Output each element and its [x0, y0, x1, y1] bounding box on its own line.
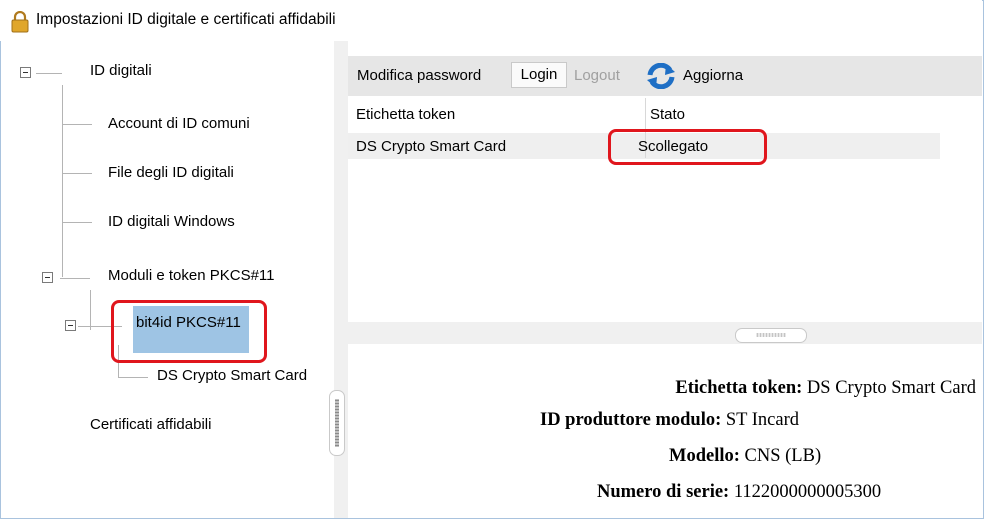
detail-value: DS Crypto Smart Card [806, 378, 976, 398]
refresh-icon[interactable] [646, 63, 676, 89]
tree-item-id-digitali-windows[interactable]: ID digitali Windows [108, 213, 235, 230]
change-password-button[interactable]: Modifica password [357, 67, 481, 84]
collapse-toggle-id-digitali[interactable] [20, 67, 31, 78]
tree-item-account-id-comuni[interactable]: Account di ID comuni [108, 115, 250, 132]
tree-connector [36, 73, 62, 74]
lock-icon [11, 11, 29, 33]
tree-connector [90, 290, 91, 330]
detail-value: 1122000000005300 [733, 482, 882, 502]
detail-value: ST Incard [725, 410, 800, 430]
detail-row-produttore: ID produttore modulo: ST Incard [540, 410, 799, 431]
detail-row-numero-serie: Numero di serie: 1122000000005300 [597, 482, 881, 503]
tree-connector [62, 124, 92, 125]
horizontal-splitter-grip[interactable] [735, 328, 807, 343]
column-header-label[interactable]: Etichetta token [356, 106, 455, 123]
horizontal-splitter[interactable] [348, 322, 982, 344]
highlight-box-module [111, 300, 267, 363]
title-bar: Impostazioni ID digitale e certificati a… [0, 0, 982, 41]
splitter-grip[interactable] [329, 390, 345, 456]
tree-item-ds-crypto-smart-card[interactable]: DS Crypto Smart Card [157, 367, 307, 384]
column-header-status[interactable]: Stato [650, 106, 685, 123]
detail-key: Numero di serie: [597, 482, 730, 502]
logout-button[interactable]: Logout [574, 67, 620, 84]
cell-token-label[interactable]: DS Crypto Smart Card [356, 138, 506, 155]
detail-row-modello: Modello: CNS (LB) [669, 446, 821, 467]
window-title: Impostazioni ID digitale e certificati a… [36, 11, 336, 28]
tree-item-file-id-digitali[interactable]: File degli ID digitali [108, 164, 234, 181]
tree-connector [62, 173, 92, 174]
detail-value: CNS (LB) [744, 446, 822, 466]
tree-connector [60, 278, 90, 279]
refresh-button[interactable]: Aggiorna [683, 67, 743, 84]
login-button[interactable]: Login [511, 62, 567, 88]
detail-row-etichetta: Etichetta token: DS Crypto Smart Card [675, 378, 976, 399]
detail-key: Etichetta token: [675, 378, 803, 398]
tree-item-certificati-affidabili[interactable]: Certificati affidabili [90, 416, 211, 433]
collapse-toggle-pkcs11[interactable] [42, 272, 53, 283]
detail-key: Modello: [669, 446, 740, 466]
collapse-toggle-bit4id[interactable] [65, 320, 76, 331]
tree-connector [62, 85, 63, 277]
tree-item-moduli-token-pkcs11[interactable]: Moduli e token PKCS#11 [108, 267, 275, 284]
detail-key: ID produttore modulo: [540, 410, 722, 430]
tree-item-id-digitali[interactable]: ID digitali [90, 62, 152, 79]
tree-connector [118, 377, 148, 378]
highlight-box-status [608, 129, 767, 165]
tree-connector [62, 222, 92, 223]
